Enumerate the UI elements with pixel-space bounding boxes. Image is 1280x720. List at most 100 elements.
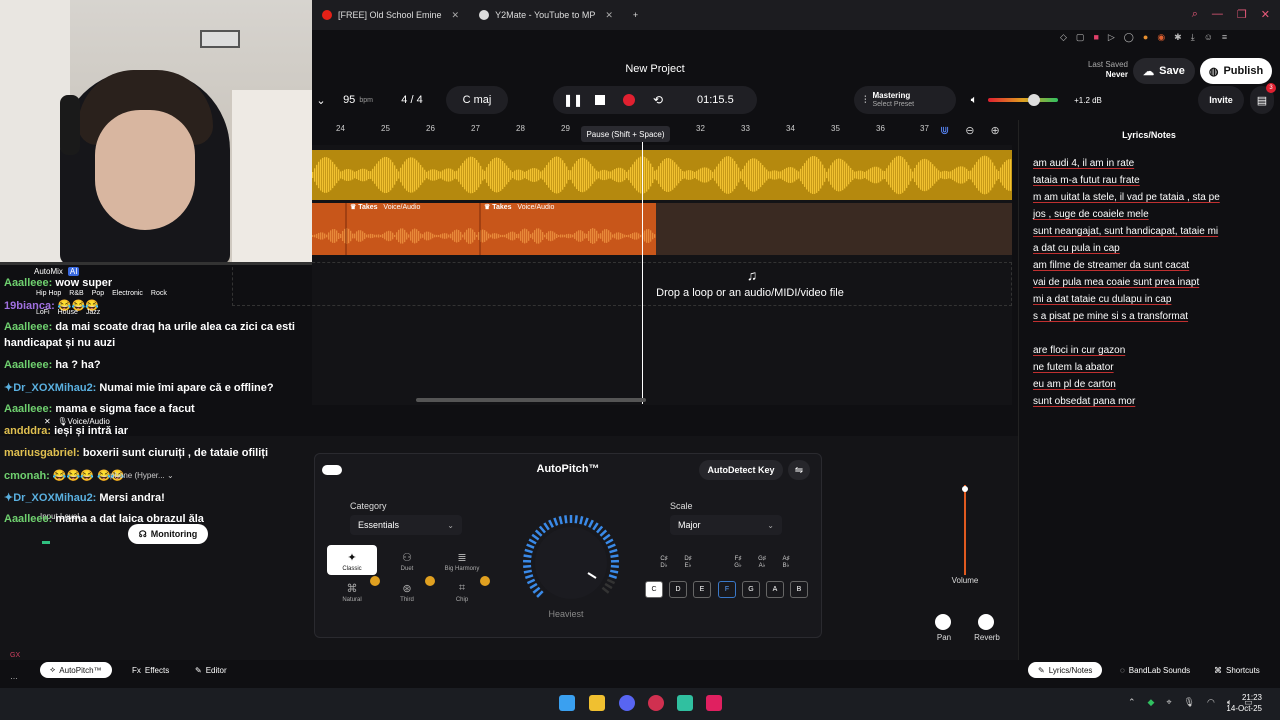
record-icon[interactable] — [623, 94, 635, 106]
sharp-key[interactable]: F♯ G♭ — [730, 556, 746, 570]
audio-clip-region[interactable]: ♛ Takes Voice/Audio ♛ Takes Voice/Audio — [312, 203, 656, 255]
tab-effects[interactable]: Fx Effects — [122, 662, 179, 678]
key-a[interactable]: A — [766, 581, 784, 598]
key-g[interactable]: G — [742, 581, 760, 598]
key-e[interactable]: E — [693, 581, 711, 598]
extension-icon[interactable]: ☺ — [1204, 32, 1213, 42]
monitoring-button[interactable]: ☊ Monitoring — [128, 524, 208, 544]
tab-lyrics[interactable]: ✎ Lyrics/Notes — [1028, 662, 1103, 678]
download-icon[interactable]: ⤓ — [1191, 32, 1195, 43]
search-icon[interactable]: ⌕ — [1192, 8, 1198, 21]
close-window-icon[interactable]: ✕ — [1261, 8, 1270, 21]
genre-tag[interactable]: Jazz — [86, 309, 100, 316]
mastering-button[interactable]: ⫶ Mastering Select Preset — [854, 86, 956, 114]
genre-tag[interactable]: House — [58, 309, 78, 316]
tab-bandlab-sounds[interactable]: ◌ BandLab Sounds — [1110, 662, 1200, 678]
genre-tag[interactable]: LoFi — [36, 309, 50, 316]
stop-icon[interactable] — [595, 95, 605, 105]
autodetect-key-button[interactable]: AutoDetect Key — [699, 460, 783, 480]
maximize-icon[interactable]: ❐ — [1237, 8, 1247, 21]
mode-classic[interactable]: ✦ Classic — [327, 545, 377, 575]
key-c[interactable]: C — [645, 581, 663, 598]
track-volume-handle[interactable] — [962, 486, 968, 492]
extension-icon[interactable]: ◇ — [1060, 32, 1067, 43]
timeline-ruler[interactable]: 24 25 26 27 28 29 32 33 34 35 36 37 — [312, 120, 962, 138]
windows-start-icon[interactable] — [559, 695, 575, 711]
speaker-icon[interactable]: 🔈︎ — [964, 86, 984, 114]
reverb-knob[interactable] — [978, 614, 994, 630]
mode-duet[interactable]: ⚇ Duet — [382, 545, 432, 575]
master-volume-slider[interactable] — [988, 98, 1058, 102]
key-f[interactable]: F — [718, 581, 736, 598]
puzzle-icon[interactable]: ✱ — [1174, 32, 1182, 43]
extension-icon[interactable]: ▢ — [1076, 32, 1085, 43]
mode-big-harmony[interactable]: ≣ Big Harmony — [437, 545, 487, 575]
drop-zone[interactable] — [232, 262, 1012, 306]
key-b[interactable]: B — [790, 581, 808, 598]
defender-icon[interactable]: ◆ — [1148, 697, 1155, 708]
browser-tab-2[interactable]: Y2Mate - YouTube to MP ✕ — [469, 4, 623, 26]
app-icon[interactable] — [677, 695, 693, 711]
key-d[interactable]: D — [669, 581, 687, 598]
close-icon[interactable]: ✕ — [605, 10, 613, 21]
tiktok-icon[interactable] — [706, 695, 722, 711]
extension-icon[interactable]: ▷ — [1108, 32, 1115, 43]
extension-icon[interactable]: ● — [1143, 32, 1148, 42]
sharp-key[interactable]: C♯ D♭ — [656, 556, 672, 570]
location-icon[interactable]: ⌖ — [1166, 697, 1171, 708]
category-select[interactable]: Essentials ⌄ — [350, 515, 462, 535]
time-signature[interactable]: 4 / 4 — [390, 86, 434, 114]
key-selector[interactable]: C maj — [446, 86, 508, 114]
chevron-down-icon[interactable]: ⌄ — [312, 86, 330, 114]
gx-icon[interactable]: GX — [10, 652, 20, 659]
cart-icon[interactable]: ▤ 3 — [1250, 83, 1276, 114]
mic-source-select[interactable]: phone (Hyper... ⌄ — [110, 471, 174, 480]
settings-sliders-icon[interactable]: ⇋ — [788, 460, 810, 480]
discord-icon[interactable] — [619, 695, 635, 711]
extension-icon[interactable]: ◉ — [1157, 32, 1165, 43]
tab-shortcuts[interactable]: ⌘ Shortcuts — [1204, 662, 1270, 678]
more-icon[interactable]: … — [10, 672, 18, 681]
horizontal-scrollbar[interactable] — [416, 398, 646, 402]
lyrics-text-area[interactable]: am audi 4, il am in rate tataia m-a futu… — [1033, 155, 1253, 410]
loop-icon[interactable]: ⟲ — [653, 93, 663, 107]
menu-icon[interactable]: ≡ — [1222, 32, 1227, 42]
autopitch-strength-knob[interactable] — [516, 508, 626, 608]
sharp-key[interactable]: G♯ A♭ — [754, 556, 770, 570]
genre-tag[interactable]: Electronic — [112, 290, 143, 297]
pocket-icon[interactable]: ■ — [1093, 32, 1098, 42]
audio-track-1[interactable] — [312, 150, 1012, 200]
file-explorer-icon[interactable] — [589, 695, 605, 711]
genre-tag[interactable]: Rock — [151, 290, 167, 297]
pause-icon[interactable]: ❚❚ — [563, 93, 583, 107]
sharp-key[interactable]: A♯ B♭ — [778, 556, 794, 570]
scale-select[interactable]: Major ⌄ — [670, 515, 782, 535]
project-title[interactable]: New Project — [560, 63, 750, 75]
invite-button[interactable]: Invite — [1198, 86, 1244, 114]
wifi-icon[interactable]: ◠ — [1207, 697, 1215, 708]
save-button[interactable]: ☁ Save — [1133, 58, 1195, 84]
autopitch-toggle[interactable] — [322, 465, 342, 475]
extension-icon[interactable]: ◯ — [1124, 32, 1134, 43]
minimize-icon[interactable]: — — [1212, 8, 1223, 21]
zoom-in-icon[interactable]: ⊕ — [990, 124, 999, 137]
browser-tab-1[interactable]: [FREE] Old School Emine ✕ — [312, 4, 469, 26]
zoom-out-icon[interactable]: ⊖ — [965, 124, 974, 137]
magnet-icon[interactable]: ⋓ — [940, 124, 949, 137]
mic-icon[interactable]: 🎙︎ — [1184, 697, 1195, 708]
master-volume-handle[interactable] — [1028, 94, 1040, 106]
publish-button[interactable]: ◍ Publish — [1200, 58, 1272, 84]
track-volume-fader[interactable] — [964, 485, 966, 575]
pan-knob[interactable] — [935, 614, 951, 630]
genre-tag[interactable]: R&B — [69, 290, 83, 297]
genre-tag[interactable]: Pop — [92, 290, 104, 297]
genre-tag[interactable]: Hip Hop — [36, 290, 61, 297]
tab-editor[interactable]: ✎ Editor — [185, 662, 237, 678]
playhead[interactable] — [642, 142, 643, 404]
opera-gx-icon[interactable] — [648, 695, 664, 711]
tab-autopitch[interactable]: ⟡ AutoPitch™ — [40, 662, 112, 678]
chevron-up-icon[interactable]: ⌃ — [1128, 697, 1136, 708]
system-clock[interactable]: 21:23 14-Oct-25 — [1222, 692, 1262, 714]
tempo-display[interactable]: 95 bpm — [332, 86, 384, 114]
sharp-key[interactable]: D♯ E♭ — [680, 556, 696, 570]
